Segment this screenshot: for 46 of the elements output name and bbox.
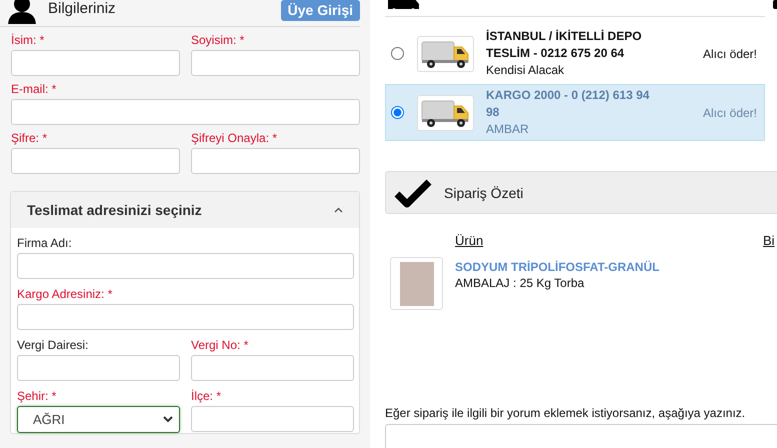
shipping-subtitle: Kendisi Alacak — [486, 62, 566, 79]
summary-title: Sipariş Özeti — [444, 184, 524, 200]
collapse-caret-icon[interactable] — [334, 207, 343, 213]
input-field[interactable] — [191, 355, 354, 381]
radio-button[interactable] — [391, 47, 404, 60]
photo-placeholder — [400, 262, 434, 306]
shipping-subtitle: AMBAR — [486, 121, 530, 138]
truck-icon — [388, 0, 420, 9]
shipping-price: Alıcı öder! — [702, 106, 757, 120]
field-label: Soyisim: * — [191, 33, 246, 47]
shipping-price: Alıcı öder! — [702, 46, 757, 60]
input-field[interactable] — [191, 148, 360, 174]
field-label: Vergi Dairesi: — [17, 338, 90, 352]
input-field[interactable] — [17, 304, 354, 330]
truck-image — [417, 36, 474, 72]
field-label: Şifreyi Onayla: * — [191, 131, 278, 145]
comment-prompt: Eğer sipariş ile ilgili bir yorum eklemek istiyorsanız, aşağıya yazınız. — [385, 406, 746, 420]
field-label: İsim: * — [11, 33, 46, 47]
input-field[interactable] — [11, 148, 180, 174]
panel-header[interactable]: Teslimat adresinizi seçiniz — [11, 192, 359, 228]
column-header[interactable]: Ürün — [455, 233, 763, 248]
panel-title: Teslimat adresinizi seçiniz — [27, 202, 202, 218]
shipping-title: KARGO 2000 - 0 (212) 613 94 98 — [486, 87, 650, 121]
product-detail: AMBALAJ : 25 Kg Torba — [455, 275, 586, 292]
shipping-title: İSTANBUL / İKİTELLİ DEPO TESLİM - 0212 675 20 64 — [486, 28, 643, 62]
radio-button[interactable] — [391, 106, 404, 119]
column-header[interactable]: Bi — [763, 233, 777, 248]
input-field[interactable] — [191, 50, 360, 76]
checkmark-icon — [394, 178, 432, 208]
chevron-down-icon — [163, 416, 173, 423]
section-title: Bilgileriniz — [48, 0, 116, 17]
field-label: Kargo Adresiniz: * — [17, 287, 114, 301]
field-label: İlçe: * — [191, 389, 222, 403]
field-label: Vergi No: * — [191, 338, 250, 352]
input-field[interactable] — [17, 253, 354, 279]
input-field[interactable] — [11, 99, 360, 125]
field-label: Şehir: * — [17, 389, 58, 403]
input-field[interactable] — [17, 355, 180, 381]
field-label: Şifre: * — [11, 131, 48, 145]
input-field[interactable] — [191, 406, 354, 432]
truck-image — [417, 94, 474, 130]
city-dropdown[interactable]: AĞRI — [17, 406, 180, 433]
input-field[interactable] — [11, 50, 180, 76]
user-icon — [6, 0, 38, 24]
field-label: Firma Adı: — [17, 236, 73, 250]
field-label: E-mail: * — [11, 82, 58, 96]
